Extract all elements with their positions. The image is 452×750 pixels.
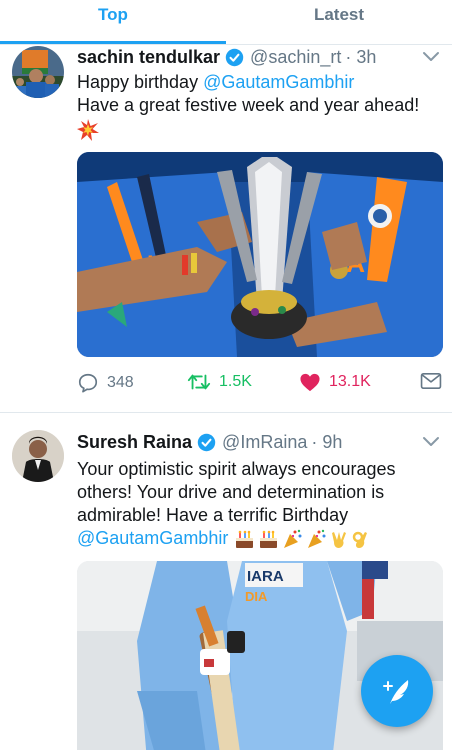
tweet-text: Happy birthday @GautamGambhir Have a gre… bbox=[77, 71, 437, 141]
tweet-text-line: others! Your drive and determination is bbox=[77, 482, 385, 502]
tweet-text-line: Have a great festive week and year ahead… bbox=[77, 95, 420, 115]
reply-icon bbox=[78, 373, 98, 393]
trophy-photo: IA IA bbox=[77, 152, 443, 357]
verified-badge-icon bbox=[225, 48, 244, 66]
user-handle: @ImRaina bbox=[222, 431, 308, 452]
retweet-icon bbox=[187, 374, 211, 390]
party-popper-icon bbox=[308, 529, 326, 548]
timeline-tabs: Top Latest bbox=[0, 0, 452, 44]
party-popper-icon bbox=[284, 529, 302, 548]
like-count: 13.1K bbox=[329, 373, 371, 390]
svg-text:DIA: DIA bbox=[245, 589, 268, 604]
like-button[interactable]: 13.1K bbox=[299, 372, 371, 392]
svg-text:IARA: IARA bbox=[247, 568, 284, 585]
display-name[interactable]: Suresh Raina bbox=[77, 432, 192, 453]
cake-icon bbox=[260, 530, 278, 548]
tweet[interactable]: sachin tendulkar @sachin_rt · 3h Happy b… bbox=[0, 45, 452, 412]
compose-feather-icon bbox=[383, 680, 409, 704]
cake-icon bbox=[236, 530, 254, 548]
ok-hand-icon bbox=[353, 531, 368, 548]
tweet-header: sachin tendulkar @sachin_rt · 3h bbox=[77, 45, 376, 69]
reply-count: 348 bbox=[107, 374, 134, 391]
avatar[interactable] bbox=[12, 430, 64, 482]
victory-hand-icon bbox=[332, 531, 347, 548]
emoji-row bbox=[234, 529, 369, 549]
compose-tweet-button[interactable] bbox=[361, 655, 433, 727]
burst-icon bbox=[77, 117, 437, 141]
envelope-icon bbox=[420, 372, 442, 390]
avatar-image bbox=[12, 430, 64, 482]
tab-top[interactable]: Top bbox=[0, 0, 226, 44]
tweet-actions: 348 1.5K 13.1K bbox=[77, 372, 443, 396]
avatar[interactable] bbox=[12, 46, 64, 98]
avatar-image bbox=[12, 46, 64, 98]
heart-icon bbox=[300, 373, 320, 392]
display-name[interactable]: sachin tendulkar bbox=[77, 47, 220, 68]
tab-latest[interactable]: Latest bbox=[226, 0, 452, 44]
verified-badge-icon bbox=[197, 433, 216, 451]
retweet-button[interactable]: 1.5K bbox=[187, 372, 252, 392]
tweet-text: Your optimistic spirit always encourages… bbox=[77, 458, 437, 550]
mention-link[interactable]: @GautamGambhir bbox=[77, 527, 228, 550]
chevron-down-icon[interactable] bbox=[422, 436, 440, 448]
direct-message-button[interactable] bbox=[420, 372, 450, 390]
tweet-divider bbox=[0, 412, 452, 413]
tweet-text-line: Happy birthday @GautamGambhir bbox=[77, 72, 355, 92]
tweet-header: Suresh Raina @ImRaina · 9h bbox=[77, 430, 342, 454]
tweet-text-line: admirable! Have a terrific Birthday bbox=[77, 505, 349, 525]
reply-button[interactable]: 348 bbox=[77, 372, 134, 394]
tweet-time: · 9h bbox=[311, 431, 343, 452]
tweet-text-line: @GautamGambhir bbox=[77, 527, 437, 550]
mention-link[interactable]: @GautamGambhir bbox=[203, 72, 354, 92]
chevron-down-icon[interactable] bbox=[422, 51, 440, 63]
user-handle: @sachin_rt bbox=[250, 46, 342, 67]
tweet-time: · 3h bbox=[345, 46, 377, 67]
tweet-photo[interactable]: IA IA bbox=[77, 152, 443, 357]
tweet-text-line: Your optimistic spirit always encourages bbox=[77, 459, 396, 479]
retweet-count: 1.5K bbox=[219, 373, 252, 390]
